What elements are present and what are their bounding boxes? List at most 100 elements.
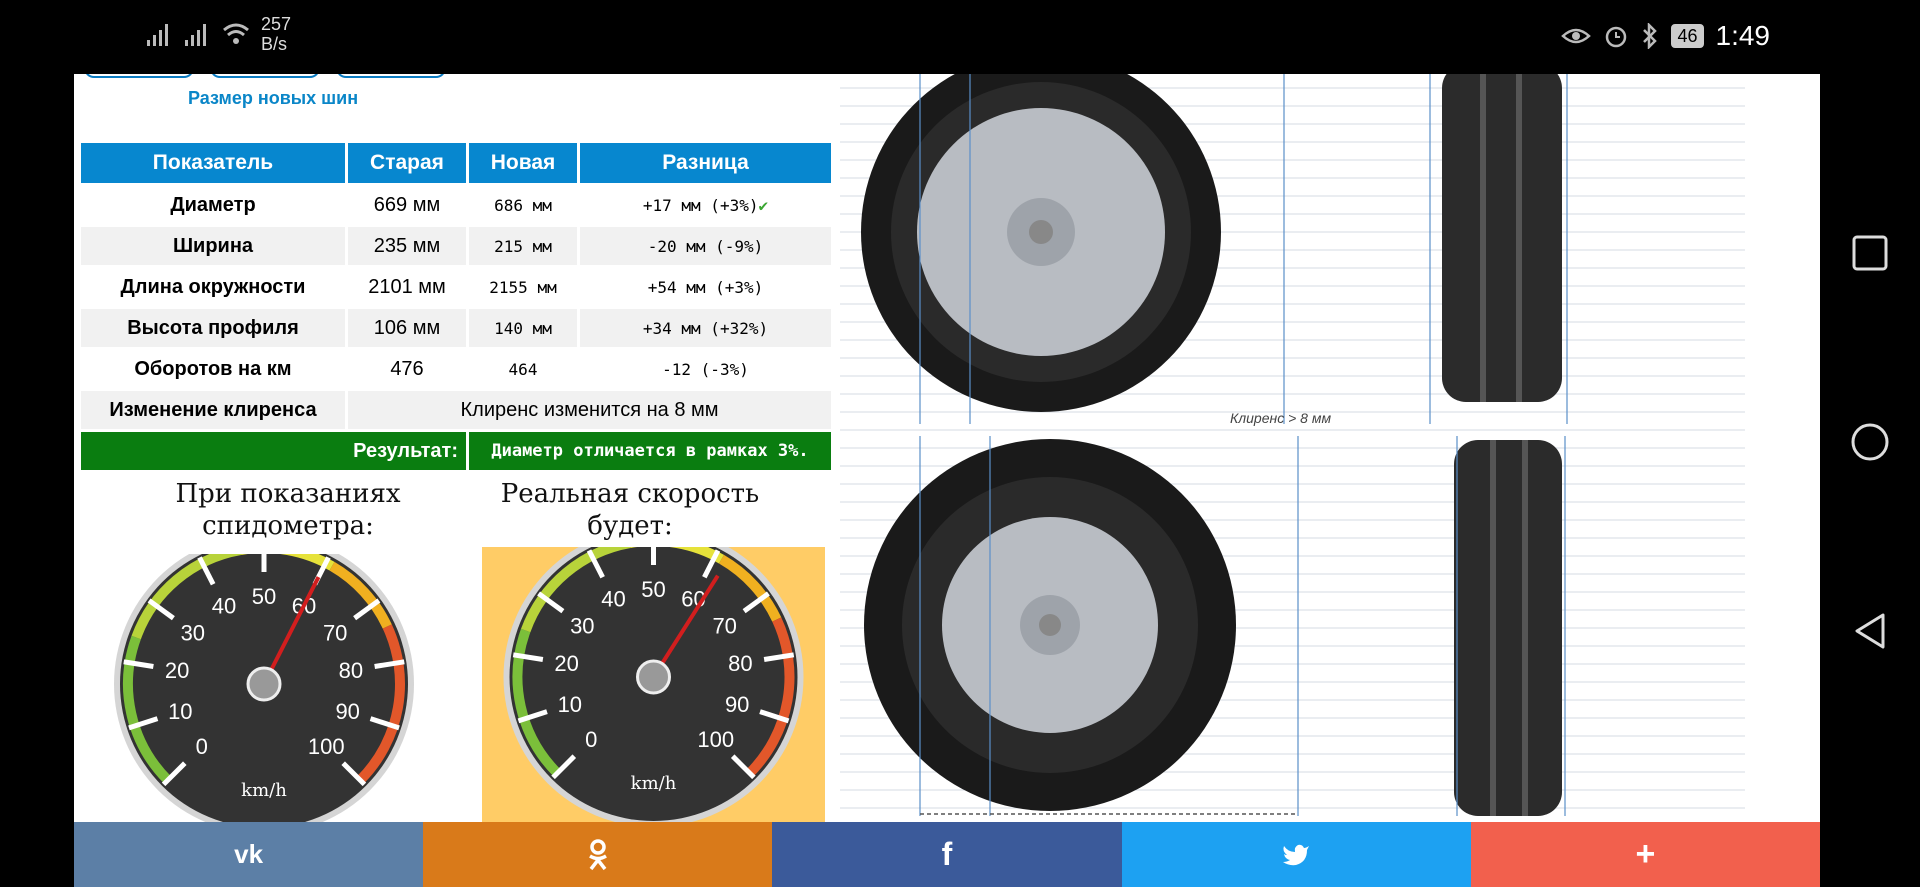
share-twitter-button[interactable]: [1121, 822, 1471, 887]
gauge-hub: [246, 666, 282, 702]
gauge-tick-label: 100: [697, 727, 734, 752]
col-header-new: Новая: [469, 143, 577, 183]
network-speed: 257 B/s: [261, 14, 291, 54]
gauge-tick-label: 40: [601, 587, 625, 612]
diff-cell: +17 мм (+3%)✔: [580, 186, 831, 224]
diff-value: -12 (-3%): [662, 359, 749, 379]
speedometer-left-dial: 0102030405060708090100km/h: [114, 554, 414, 822]
comparison-panel: Размер новых шин Показатель Старая Новая…: [74, 74, 840, 822]
gauge-tick-label: 50: [252, 584, 276, 609]
speedometer-left-title: При показаниях спидометра:: [175, 479, 401, 541]
old-tire-side-view: [861, 74, 1221, 412]
result-label: Результат:: [81, 432, 466, 470]
gauge-tick-label: 40: [212, 594, 236, 619]
clearance-label: Изменение клиренса: [81, 391, 345, 429]
network-speed-unit: B/s: [261, 34, 288, 54]
checkmark-icon: ✔: [758, 195, 769, 215]
old-tire-tread-view: [1442, 74, 1562, 402]
speedometer-left: 0102030405060708090100km/h: [94, 554, 434, 822]
status-right: 46 1:49: [1561, 20, 1770, 52]
share-more-button[interactable]: +: [1470, 822, 1821, 887]
col-header-diff: Разница: [580, 143, 831, 183]
share-vk-button[interactable]: vk: [74, 822, 424, 887]
facebook-icon: f: [941, 836, 953, 872]
row-label: Оборотов на км: [134, 357, 292, 380]
alarm-icon: [1606, 26, 1627, 48]
status-left: 257 B/s: [145, 14, 291, 54]
plus-icon: +: [1635, 835, 1656, 873]
size-tab[interactable]: [84, 74, 194, 78]
vk-icon: vk: [234, 839, 264, 869]
web-content: Размер новых шин Показатель Старая Новая…: [74, 74, 1820, 822]
speedometer-right: 0 10 20 30 40 50 60 70 80 90 100 km/h: [482, 547, 825, 822]
gauge-tick-label: 80: [728, 651, 752, 676]
diff-value: +54 мм (+3%): [647, 277, 764, 297]
gauge-tick-label: 80: [339, 658, 363, 683]
gauge-tick-label: 90: [335, 699, 359, 724]
gauge-tick-label: 10: [558, 692, 582, 717]
new-value: 686 мм: [494, 195, 552, 215]
clearance-value: Клиренс изменится на 8 мм: [348, 391, 831, 429]
col-header-metric: Показатель: [81, 143, 345, 183]
new-value: 464: [508, 359, 538, 379]
diff-value: +34 мм (+32%): [580, 309, 831, 347]
recents-button[interactable]: [1850, 233, 1890, 273]
comparison-table: Показатель Старая Новая Разница Диаметр …: [78, 140, 834, 473]
row-label: Ширина: [81, 227, 345, 265]
speedometer-right-dial: 010203040 50 60708090100km/h: [503, 547, 804, 822]
table-row: Ширина 235 мм 215 мм -20 мм (-9%): [81, 227, 831, 265]
gauge-tick-label: 30: [181, 620, 205, 645]
result-row: Результат: Диаметр отличается в рамках 3…: [81, 432, 831, 470]
gauge-unit: km/h: [631, 773, 677, 794]
diff-value: -20 мм (-9%): [580, 227, 831, 265]
size-tab[interactable]: [336, 74, 446, 78]
signal-icon: [185, 24, 206, 46]
network-speed-value: 257: [261, 14, 292, 34]
table-row: Длина окружности 2101 мм 2155 мм +54 мм …: [81, 268, 831, 306]
gauge-tick-label: 90: [725, 692, 749, 717]
new-tire-size-link[interactable]: Размер новых шин: [188, 88, 358, 109]
gauge-tick-label: 100: [308, 734, 345, 759]
row-label: Высота профиля: [81, 309, 345, 347]
gauge-tick-label: 0: [585, 727, 597, 752]
home-button[interactable]: [1850, 422, 1890, 462]
battery-indicator: 46: [1671, 24, 1704, 48]
gauge-tick-label: 70: [323, 620, 347, 645]
size-tabs: [84, 74, 446, 78]
table-row: Диаметр 669 мм 686 мм +17 мм (+3%)✔: [81, 186, 831, 224]
new-value: 215 мм: [469, 227, 577, 265]
twitter-icon: [1283, 844, 1310, 865]
new-value: 140 мм: [469, 309, 577, 347]
clearance-caption: Клиренс > 8 мм: [1230, 410, 1331, 426]
new-tire-tread-view: [1454, 440, 1562, 816]
old-value: 669 мм: [373, 193, 441, 216]
old-value: 476: [390, 357, 424, 380]
new-value: 2155 мм: [489, 277, 557, 297]
gauge-tick-label: 0: [196, 734, 208, 759]
gauge-tick-label: 10: [168, 699, 192, 724]
gauge-tick-label: 30: [570, 613, 594, 638]
table-row: Высота профиля 106 мм 140 мм +34 мм (+32…: [81, 309, 831, 347]
eye-icon: [1561, 28, 1592, 44]
wifi-icon: [223, 23, 249, 44]
signal-icon: [147, 24, 168, 46]
old-value: 106 мм: [348, 309, 466, 347]
clock: 1:49: [1715, 20, 1771, 51]
clearance-row: Изменение клиренса Клиренс изменится на …: [81, 391, 831, 429]
size-tab[interactable]: [210, 74, 320, 78]
tire-visual-panel: Клиренс > 8 мм: [840, 74, 1820, 822]
gauge-tick-label: 20: [165, 658, 189, 683]
table-row: Оборотов на км 476 464 -12 (-3%): [81, 350, 831, 388]
system-nav-bar: [1820, 0, 1920, 887]
diff-value: +17 мм (+3%): [642, 195, 759, 215]
odnoklassniki-icon: [588, 838, 607, 870]
result-value: Диаметр отличается в рамках 3%.: [469, 432, 831, 470]
row-label: Длина окружности: [120, 275, 306, 298]
old-value: 2101 мм: [368, 275, 446, 298]
back-button[interactable]: [1850, 611, 1890, 651]
share-facebook-button[interactable]: f: [772, 822, 1122, 887]
gauge-hub: [636, 659, 671, 695]
gauge-tick-label: 70: [712, 613, 736, 638]
share-ok-button[interactable]: [423, 822, 773, 887]
tire-comparison-image: Клиренс > 8 мм: [840, 74, 1745, 816]
